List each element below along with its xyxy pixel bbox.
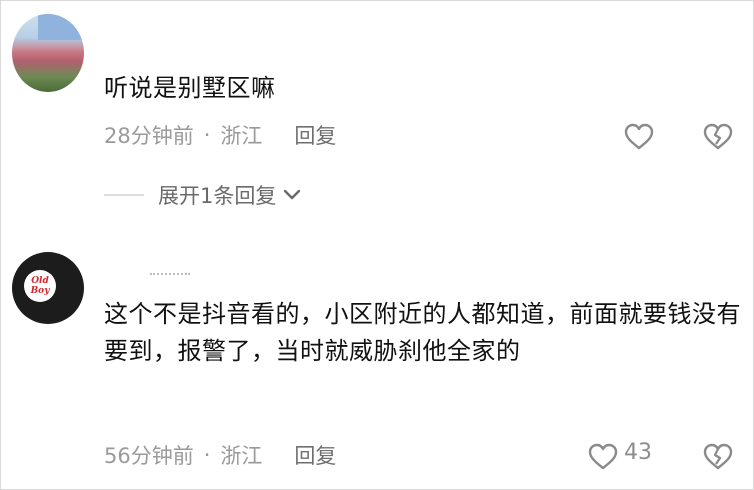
comment-location: 浙江 [220, 444, 263, 468]
chevron-down-icon [284, 189, 301, 200]
divider-line [104, 194, 144, 196]
heart-outline-icon[interactable] [624, 123, 654, 151]
broken-heart-icon[interactable] [703, 123, 733, 151]
meta-separator: · [203, 123, 211, 147]
avatar[interactable]: Old Boy [12, 252, 84, 324]
broken-heart-icon[interactable] [703, 443, 733, 471]
comment-location: 浙江 [220, 124, 263, 148]
avatar-badge: Old Boy [24, 270, 56, 302]
comment-time: 28分钟前 [104, 124, 194, 148]
comment-text: 这个不是抖音看的，小区附近的人都知道，前面就要钱没有要到，报警了，当时就威胁刹他… [104, 300, 741, 365]
comment-meta: 56分钟前 · 浙江 回复 [104, 440, 336, 470]
meta-separator: · [203, 443, 211, 467]
heart-outline-icon[interactable] [588, 443, 618, 471]
avatar[interactable] [12, 14, 84, 92]
expand-replies-label: 展开1条回复 [158, 184, 277, 208]
expand-replies-button[interactable]: 展开1条回复 [104, 180, 302, 210]
comment-text: 听说是别墅区嘛 [104, 74, 276, 102]
username-placeholder [150, 268, 190, 275]
comment-time: 56分钟前 [104, 444, 194, 468]
comment-meta: 28分钟前 · 浙江 回复 [104, 120, 336, 150]
like-count: 43 [624, 440, 652, 465]
reply-button[interactable]: 回复 [294, 440, 336, 470]
reply-button[interactable]: 回复 [294, 120, 336, 150]
